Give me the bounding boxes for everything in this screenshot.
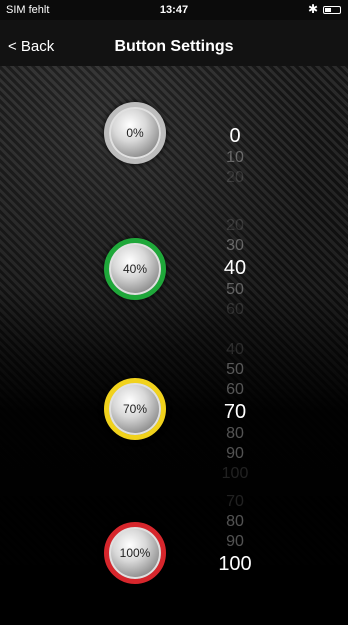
back-button[interactable]: < Back — [8, 38, 54, 55]
picker-value[interactable]: 10 — [190, 148, 280, 168]
picker-value[interactable]: 30 — [190, 236, 280, 256]
picker-value[interactable]: 60 — [190, 300, 280, 320]
picker-value[interactable]: 70 — [190, 492, 280, 512]
level-button-label: 0% — [126, 126, 144, 140]
picker-value[interactable]: 40 — [190, 340, 280, 360]
level-picker-0[interactable]: 0 10 20 — [190, 124, 280, 188]
level-picker-70[interactable]: 40 50 60 70 80 90 100 — [190, 340, 280, 484]
picker-value[interactable]: 60 — [190, 380, 280, 400]
picker-value[interactable]: 50 — [190, 360, 280, 380]
picker-value-selected[interactable]: 100 — [190, 552, 280, 576]
level-button-100[interactable]: 100% — [104, 522, 166, 584]
battery-icon — [323, 6, 341, 14]
picker-value-selected[interactable]: 40 — [190, 256, 280, 280]
level-button-label: 40% — [122, 262, 148, 276]
level-button-70[interactable]: 70% — [104, 378, 166, 440]
nav-bar: < Back Button Settings — [0, 20, 348, 66]
picker-value-selected[interactable]: 70 — [190, 400, 280, 424]
picker-value[interactable]: 80 — [190, 424, 280, 444]
level-picker-100[interactable]: 70 80 90 100 — [190, 492, 280, 576]
level-button-0[interactable]: 0% — [104, 102, 166, 164]
level-button-label: 70% — [122, 402, 148, 416]
picker-value[interactable]: 100 — [190, 464, 280, 484]
picker-value-selected[interactable]: 0 — [190, 124, 280, 148]
picker-value[interactable]: 50 — [190, 280, 280, 300]
picker-value[interactable]: 90 — [190, 532, 280, 552]
picker-value[interactable]: 20 — [190, 216, 280, 236]
picker-value[interactable]: 20 — [190, 168, 280, 188]
level-button-label: 100% — [119, 546, 151, 560]
settings-content: 0% 0 10 20 40% 20 30 40 50 60 70% 40 50 … — [0, 66, 348, 625]
bluetooth-icon: ✱ — [307, 2, 318, 16]
status-bar: SIM fehlt 13:47 ✱ — [0, 0, 348, 20]
level-picker-40[interactable]: 20 30 40 50 60 — [190, 216, 280, 320]
level-button-40[interactable]: 40% — [104, 238, 166, 300]
clock: 13:47 — [159, 4, 189, 16]
picker-value[interactable]: 80 — [190, 512, 280, 532]
picker-value[interactable]: 90 — [190, 444, 280, 464]
